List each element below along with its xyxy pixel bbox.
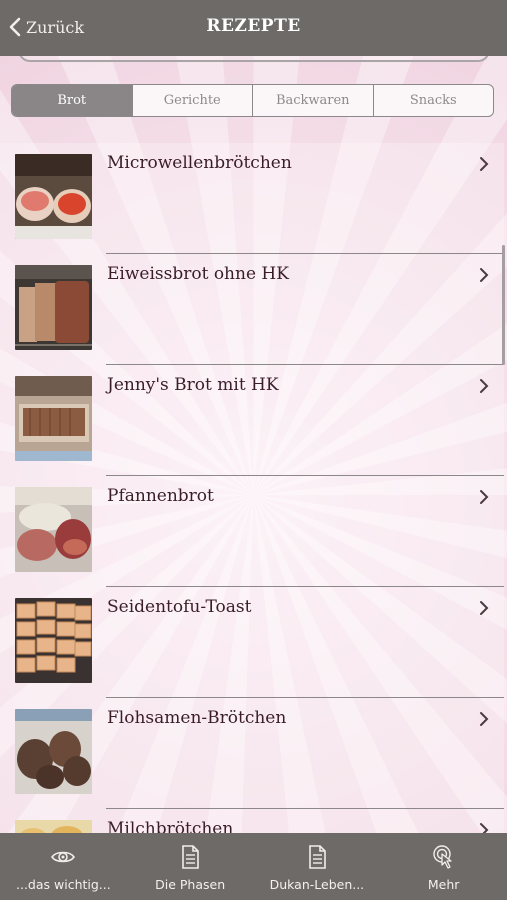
recipe-title: Pfannenbrot — [107, 486, 214, 506]
tab-mehr[interactable]: Mehr — [380, 833, 507, 900]
recipe-thumbnail — [15, 709, 92, 794]
recipe-thumbnail — [15, 154, 92, 239]
chevron-right-icon — [480, 490, 489, 504]
tab-die-phasen[interactable]: Die Phasen — [127, 833, 254, 900]
recipe-title: Flohsamen-Brötchen — [107, 708, 287, 728]
tab-das-wichtigste[interactable]: ...das wichtig... — [0, 833, 127, 900]
recipe-thumbnail — [15, 487, 92, 572]
document-icon — [309, 845, 326, 869]
recipe-title: Milchbrötchen — [107, 819, 234, 833]
chevron-right-icon — [480, 379, 489, 393]
chevron-right-icon — [480, 823, 489, 833]
list-item[interactable]: Eiweissbrot ohne HK — [0, 254, 504, 365]
recipe-thumbnail — [15, 820, 92, 833]
document-icon — [182, 845, 199, 869]
chevron-right-icon — [480, 157, 489, 171]
recipe-list: Microwellenbrötchen Eiweissbrot ohne HK — [0, 143, 507, 833]
tab-label: Dukan-Leben... — [269, 877, 365, 892]
tab-label: Die Phasen — [155, 877, 226, 892]
eye-icon — [51, 851, 76, 863]
tap-icon — [432, 845, 452, 869]
segment-backwaren[interactable]: Backwaren — [252, 85, 373, 116]
list-item[interactable]: Jenny's Brot mit HK — [0, 365, 504, 476]
tab-bar: ...das wichtig... Die Phasen Dukan-Leben… — [0, 833, 507, 900]
segment-gerichte[interactable]: Gerichte — [131, 85, 253, 116]
list-item[interactable]: Milchbrötchen — [0, 809, 504, 833]
list-item[interactable]: Microwellenbrötchen — [0, 143, 504, 254]
recipe-title: Eiweissbrot ohne HK — [107, 264, 289, 284]
navigation-bar: Zurück REZEPTE — [0, 0, 507, 56]
page-title: REZEPTE — [206, 16, 301, 36]
recipe-thumbnail — [15, 598, 92, 683]
tab-label: ...das wichtig... — [16, 877, 111, 892]
list-item[interactable]: Seidentofu-Toast — [0, 587, 504, 698]
chevron-right-icon — [480, 601, 489, 615]
recipe-thumbnail — [15, 265, 92, 350]
category-segmented-control: Brot Gerichte Backwaren Snacks — [11, 84, 494, 117]
tab-dukan-leben[interactable]: Dukan-Leben... — [254, 833, 381, 900]
recipe-thumbnail — [15, 376, 92, 461]
segment-brot[interactable]: Brot — [12, 85, 132, 116]
tab-label: Mehr — [427, 877, 460, 892]
scrollbar[interactable] — [502, 245, 505, 365]
recipe-title: Microwellenbrötchen — [107, 153, 292, 173]
recipe-title: Jenny's Brot mit HK — [107, 375, 279, 395]
chevron-right-icon — [480, 268, 489, 282]
segment-snacks[interactable]: Snacks — [372, 85, 494, 116]
recipe-title: Seidentofu-Toast — [107, 597, 252, 617]
chevron-right-icon — [480, 712, 489, 726]
list-item[interactable]: Flohsamen-Brötchen — [0, 698, 504, 809]
list-item[interactable]: Pfannenbrot — [0, 476, 504, 587]
